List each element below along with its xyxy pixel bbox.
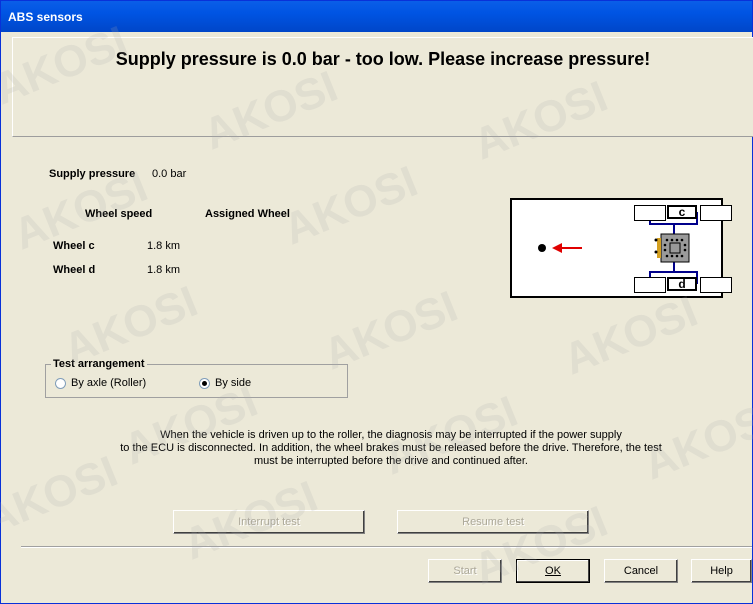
wheel-slot-front-right <box>700 205 732 221</box>
wheel-d-marker: d <box>667 277 697 291</box>
wheel-c-speed: 1.8 km <box>147 240 181 252</box>
vehicle-diagram: c d <box>510 198 732 298</box>
button-separator <box>21 546 752 548</box>
radio-selected-dot <box>202 381 207 386</box>
info-text: When the vehicle is driven up to the rol… <box>81 429 701 468</box>
wheel-slot-rear-left <box>634 277 666 293</box>
radio-by-side-label[interactable]: By side <box>215 377 251 389</box>
info-line-1: When the vehicle is driven up to the rol… <box>160 429 622 441</box>
wheel-d-label: Wheel d <box>53 264 96 276</box>
start-button[interactable]: Start <box>428 559 502 583</box>
abs-sensors-window: ABS sensors Supply pressure is 0.0 bar -… <box>0 0 753 604</box>
ok-button[interactable]: OK <box>516 559 590 583</box>
watermark-text: AKOSI <box>276 156 425 255</box>
info-line-3: must be interrupted before the drive and… <box>254 455 528 467</box>
wheel-c-marker: c <box>667 205 697 219</box>
interrupt-test-button[interactable]: Interrupt test <box>173 510 365 534</box>
radio-by-side[interactable] <box>199 378 210 389</box>
column-header-wheel-speed: Wheel speed <box>85 208 153 220</box>
cancel-button[interactable]: Cancel <box>604 559 678 583</box>
status-message: Supply pressure is 0.0 bar - too low. Pl… <box>115 49 651 69</box>
radio-by-axle[interactable] <box>55 378 66 389</box>
supply-pressure-label: Supply pressure <box>49 168 136 180</box>
supply-pressure-value: 0.0 bar <box>152 168 187 180</box>
help-button[interactable]: Help <box>691 559 752 583</box>
info-line-2: to the ECU is disconnected. In addition,… <box>120 442 662 454</box>
test-arrangement-title: Test arrangement <box>51 358 147 370</box>
column-header-assigned-wheel: Assigned Wheel <box>205 208 290 220</box>
direction-arrow-icon <box>538 243 582 253</box>
title-bar[interactable]: ABS sensors <box>1 1 752 32</box>
wheel-c-label: Wheel c <box>53 240 95 252</box>
radio-by-axle-label[interactable]: By axle (Roller) <box>71 377 146 389</box>
status-message-panel: Supply pressure is 0.0 bar - too low. Pl… <box>12 37 753 137</box>
wheel-d-speed: 1.8 km <box>147 264 181 276</box>
wheel-slot-rear-right <box>700 277 732 293</box>
watermark-text: AKOSI <box>556 286 705 385</box>
resume-test-button[interactable]: Resume test <box>397 510 589 534</box>
wheel-slot-front-left <box>634 205 666 221</box>
window-title: ABS sensors <box>8 10 83 24</box>
